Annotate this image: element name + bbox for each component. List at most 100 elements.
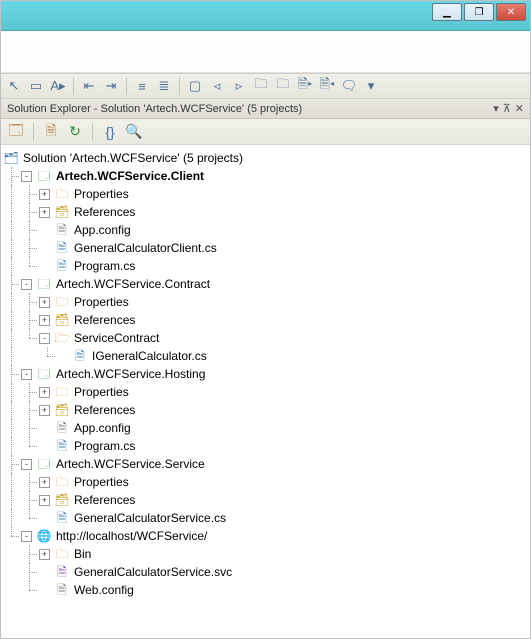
bookmark-next-icon[interactable]: ▹ bbox=[230, 77, 248, 95]
bookmark-prev-icon[interactable]: ◃ bbox=[208, 77, 226, 95]
folder-icon: 🗀 bbox=[54, 294, 70, 310]
expand-toggle[interactable]: + bbox=[39, 387, 50, 398]
tree-row[interactable]: 🗂Solution 'Artech.WCFService' (5 project… bbox=[3, 149, 528, 167]
collapse-toggle[interactable]: - bbox=[21, 171, 32, 182]
tree-row[interactable]: 🗎Web.config bbox=[3, 581, 528, 599]
tree-item-label[interactable]: ServiceContract bbox=[74, 329, 159, 347]
window-close-button[interactable]: ✕ bbox=[496, 3, 526, 21]
collapse-toggle[interactable]: - bbox=[21, 369, 32, 380]
doc-left-icon[interactable]: 🗎◂ bbox=[318, 77, 336, 95]
tree-row[interactable]: 🗎GeneralCalculatorService.svc bbox=[3, 563, 528, 581]
tree-item-label[interactable]: Web.config bbox=[74, 581, 134, 599]
tree-item-label[interactable]: GeneralCalculatorClient.cs bbox=[74, 239, 217, 257]
tree-item-label[interactable]: Artech.WCFService.Client bbox=[56, 167, 204, 185]
collapse-toggle[interactable]: - bbox=[21, 279, 32, 290]
tree-row[interactable]: -🗔Artech.WCFService.Client bbox=[3, 167, 528, 185]
window-maximize-button[interactable]: ❐ bbox=[464, 3, 494, 21]
tree-row[interactable]: +🗃References bbox=[3, 401, 528, 419]
text-size-icon[interactable]: A▸ bbox=[49, 77, 67, 95]
tree-item-label[interactable]: Artech.WCFService.Service bbox=[56, 455, 205, 473]
expand-toggle[interactable]: + bbox=[39, 207, 50, 218]
tree-row[interactable]: 🗎GeneralCalculatorService.cs bbox=[3, 509, 528, 527]
doc-right-icon[interactable]: 🗎▸ bbox=[296, 77, 314, 95]
uncomment-icon[interactable]: ≣ bbox=[155, 77, 173, 95]
properties-icon[interactable]: 🗔 bbox=[7, 123, 25, 141]
tree-row[interactable]: +🗀Bin bbox=[3, 545, 528, 563]
class-view-icon[interactable]: 🔍 bbox=[125, 123, 143, 141]
tree-row[interactable]: -🗔Artech.WCFService.Contract bbox=[3, 275, 528, 293]
tree-row[interactable]: +🗃References bbox=[3, 203, 528, 221]
tree-guide bbox=[21, 203, 39, 221]
tree-item-label[interactable]: References bbox=[74, 311, 135, 329]
tree-row[interactable]: 🗎App.config bbox=[3, 221, 528, 239]
tree-item-label[interactable]: References bbox=[74, 491, 135, 509]
tree-guide bbox=[3, 527, 21, 545]
tree-item-label[interactable]: References bbox=[74, 401, 135, 419]
expand-toggle[interactable]: + bbox=[39, 189, 50, 200]
tree-item-label[interactable]: App.config bbox=[74, 419, 131, 437]
tree-row[interactable]: -🗔Artech.WCFService.Hosting bbox=[3, 365, 528, 383]
tree-row[interactable]: -🗁ServiceContract bbox=[3, 329, 528, 347]
tree-item-label[interactable]: References bbox=[74, 203, 135, 221]
tree-item-label[interactable]: IGeneralCalculator.cs bbox=[92, 347, 207, 365]
tree-item-label[interactable]: GeneralCalculatorService.cs bbox=[74, 509, 226, 527]
tree-row[interactable]: 🗎IGeneralCalculator.cs bbox=[3, 347, 528, 365]
panel-pin-icon[interactable]: ⊼ bbox=[503, 102, 511, 115]
tree-row[interactable]: + 🗀Properties bbox=[3, 185, 528, 203]
refresh-icon[interactable]: ↻ bbox=[66, 123, 84, 141]
tree-row[interactable]: 🗎GeneralCalculatorClient.cs bbox=[3, 239, 528, 257]
panel-dropdown-icon[interactable]: ▾ bbox=[493, 102, 499, 115]
expand-toggle[interactable]: + bbox=[39, 297, 50, 308]
show-all-icon[interactable]: 🗎 bbox=[42, 123, 60, 141]
tree-row[interactable]: -🗔Artech.WCFService.Service bbox=[3, 455, 528, 473]
tree-item-label[interactable]: http://localhost/WCFService/ bbox=[56, 527, 207, 545]
tree-item-label[interactable]: Program.cs bbox=[74, 257, 135, 275]
comment-icon[interactable]: ≡ bbox=[133, 77, 151, 95]
tree-row[interactable]: 🗎App.config bbox=[3, 419, 528, 437]
window-minimize-button[interactable]: ▁ bbox=[432, 3, 462, 21]
dropdown-icon[interactable]: ▾ bbox=[362, 77, 380, 95]
tree-item-label[interactable]: Solution 'Artech.WCFService' (5 projects… bbox=[23, 149, 243, 167]
code-view-icon[interactable]: {} bbox=[101, 123, 119, 141]
tree-item-label[interactable]: GeneralCalculatorService.svc bbox=[74, 563, 232, 581]
collapse-toggle[interactable]: - bbox=[39, 333, 50, 344]
tree-item-label[interactable]: Artech.WCFService.Hosting bbox=[56, 365, 205, 383]
proj-icon: 🗔 bbox=[36, 276, 52, 292]
bookmark-folder-icon[interactable]: 🗀 bbox=[252, 77, 270, 95]
pointer-icon[interactable]: ▭ bbox=[27, 77, 45, 95]
bookmark-icon[interactable]: ▢ bbox=[186, 77, 204, 95]
expand-toggle[interactable]: + bbox=[39, 405, 50, 416]
cursor-icon[interactable]: ↖ bbox=[5, 77, 23, 95]
tree-row[interactable]: -🌐http://localhost/WCFService/ bbox=[3, 527, 528, 545]
tree-item-label[interactable]: Properties bbox=[74, 473, 129, 491]
tree-item-label[interactable]: Properties bbox=[74, 185, 129, 203]
tree-guide bbox=[3, 437, 21, 455]
tree-row[interactable]: + 🗀Properties bbox=[3, 293, 528, 311]
indent-icon[interactable]: ⇥ bbox=[102, 77, 120, 95]
tree-item-label[interactable]: Bin bbox=[74, 545, 91, 563]
panel-close-icon[interactable]: ✕ bbox=[515, 102, 524, 115]
tree-row[interactable]: 🗎Program.cs bbox=[3, 437, 528, 455]
expand-toggle[interactable]: + bbox=[39, 495, 50, 506]
tree-item-label[interactable]: Properties bbox=[74, 383, 129, 401]
bookmark-folder2-icon[interactable]: 🗀 bbox=[274, 77, 292, 95]
solution-tree[interactable]: 🗂Solution 'Artech.WCFService' (5 project… bbox=[1, 145, 530, 603]
collapse-toggle[interactable]: - bbox=[21, 459, 32, 470]
expand-toggle[interactable]: + bbox=[39, 477, 50, 488]
tree-item-label[interactable]: Program.cs bbox=[74, 437, 135, 455]
tree-row[interactable]: +🗀Properties bbox=[3, 473, 528, 491]
tree-row[interactable]: 🗎Program.cs bbox=[3, 257, 528, 275]
tree-item-label[interactable]: Properties bbox=[74, 293, 129, 311]
outdent-icon[interactable]: ⇤ bbox=[80, 77, 98, 95]
tree-row[interactable]: +🗃References bbox=[3, 311, 528, 329]
speech-icon[interactable]: 🗨 bbox=[340, 77, 358, 95]
tree-row[interactable]: + 🗀Properties bbox=[3, 383, 528, 401]
expand-toggle[interactable]: + bbox=[39, 549, 50, 560]
tree-row[interactable]: +🗃References bbox=[3, 491, 528, 509]
folder-icon: 🗀 bbox=[54, 384, 70, 400]
collapse-toggle[interactable]: - bbox=[21, 531, 32, 542]
tree-item-label[interactable]: Artech.WCFService.Contract bbox=[56, 275, 210, 293]
folder-icon: 🗀 bbox=[54, 186, 70, 202]
tree-item-label[interactable]: App.config bbox=[74, 221, 131, 239]
expand-toggle[interactable]: + bbox=[39, 315, 50, 326]
